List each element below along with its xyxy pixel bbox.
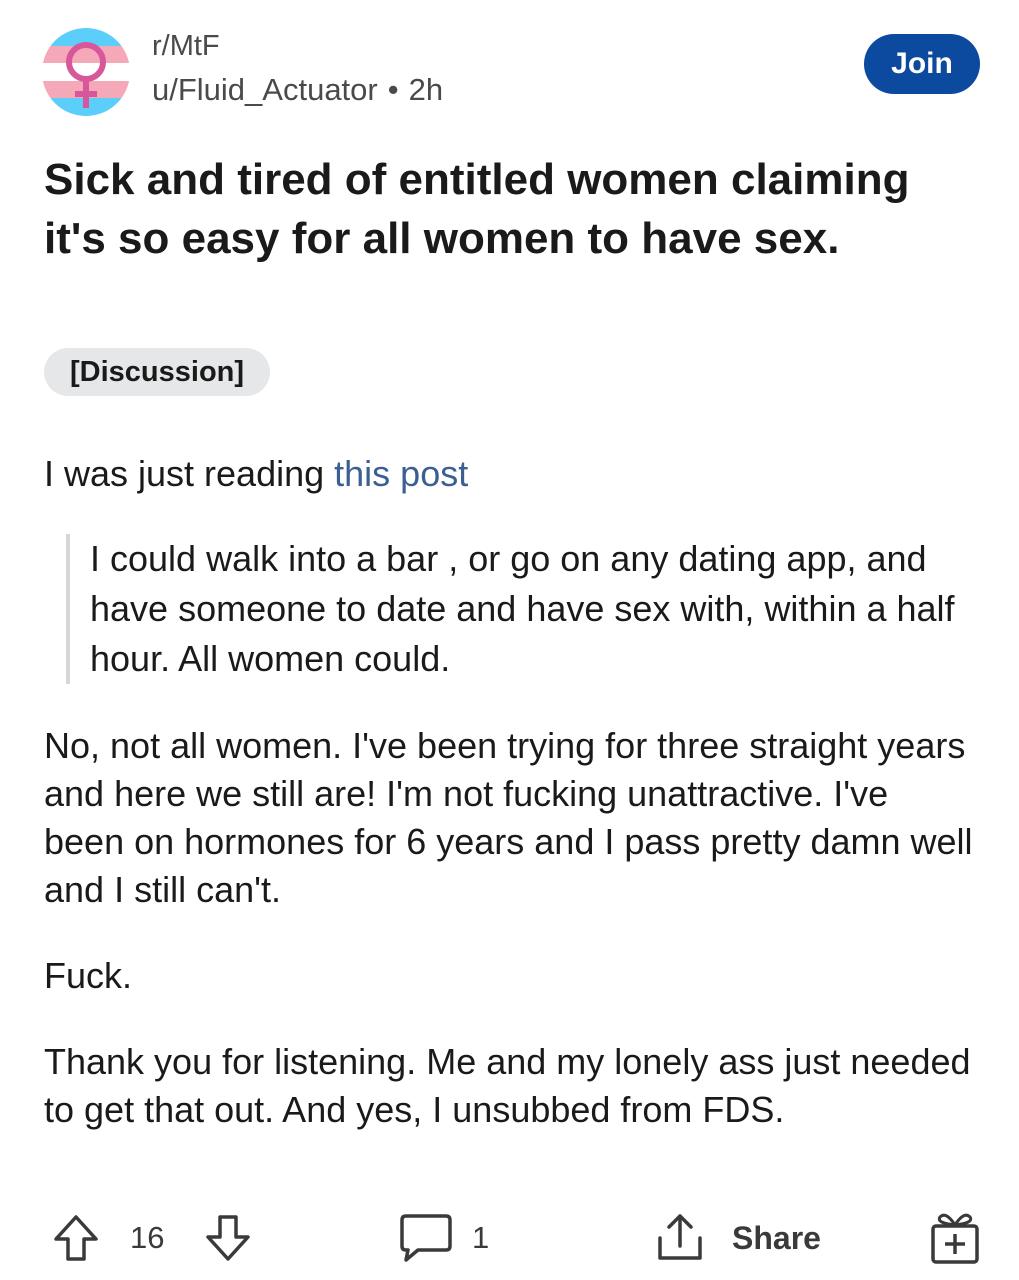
post-paragraph: Thank you for listening. Me and my lonel…	[44, 1041, 971, 1130]
downvote-button[interactable]	[204, 1206, 252, 1270]
post-paragraph: Fuck.	[44, 955, 133, 996]
comment-button[interactable]	[398, 1206, 454, 1270]
award-icon	[931, 1213, 979, 1264]
comment-icon	[400, 1214, 452, 1262]
share-icon	[658, 1214, 702, 1260]
award-button[interactable]	[928, 1206, 982, 1270]
downvote-icon	[206, 1215, 250, 1261]
post-action-bar: 16 1 Share	[40, 1206, 990, 1270]
post-time: 2h	[408, 72, 444, 107]
post-paragraph: No, not all women. I've been trying for …	[44, 725, 973, 910]
female-symbol-icon	[42, 28, 130, 116]
post-meta: u/Fluid_Actuator • 2h	[152, 72, 443, 108]
post-title[interactable]: Sick and tired of entitled women claimin…	[44, 150, 944, 268]
comment-count: 1	[472, 1220, 490, 1255]
upvote-button[interactable]	[52, 1206, 100, 1270]
intro-text: I was just reading	[44, 453, 335, 494]
quoted-text: I could walk into a bar , or go on any d…	[66, 534, 986, 684]
share-button[interactable]	[652, 1206, 708, 1270]
post-header: r/MtF u/Fluid_Actuator • 2h Join	[40, 22, 980, 116]
join-button[interactable]: Join	[864, 34, 980, 94]
upvote-icon	[54, 1215, 98, 1261]
subreddit-name[interactable]: r/MtF	[152, 30, 220, 63]
post-link[interactable]: this post	[334, 453, 468, 494]
username-link[interactable]: u/Fluid_Actuator	[152, 72, 378, 107]
post-intro: I was just reading this post	[44, 450, 974, 498]
meta-separator: •	[387, 72, 399, 107]
vote-count: 16	[130, 1220, 165, 1255]
subreddit-avatar[interactable]	[42, 28, 130, 116]
post-flair[interactable]: [Discussion]	[44, 348, 271, 396]
share-label[interactable]: Share	[732, 1206, 821, 1270]
